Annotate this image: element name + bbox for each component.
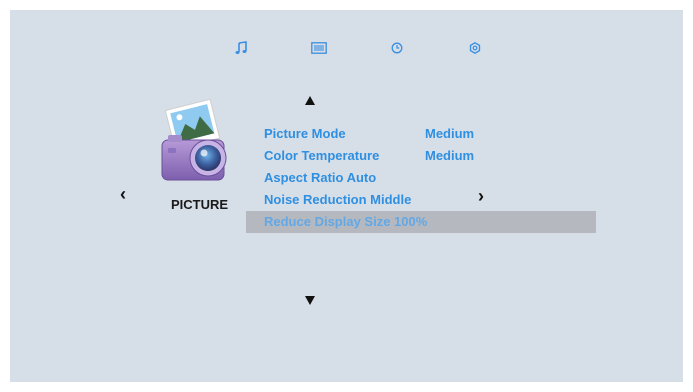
menu-item-label: Aspect Ratio Auto bbox=[264, 170, 377, 185]
chevron-right-icon[interactable]: › bbox=[478, 187, 484, 205]
chevron-left-icon[interactable]: ‹ bbox=[120, 185, 126, 203]
menu-item-noise-reduction[interactable]: Noise Reduction Middle bbox=[246, 189, 596, 211]
menu-item-label: Picture Mode bbox=[264, 126, 346, 141]
menu-item-label: Reduce Display Size 100% bbox=[264, 214, 428, 229]
menu-item-color-temperature[interactable]: Color Temperature Medium bbox=[246, 145, 596, 167]
picture-settings-menu: Picture Mode Medium Color Temperature Me… bbox=[246, 123, 596, 233]
menu-item-label: Color Temperature bbox=[264, 148, 380, 163]
menu-item-value: Medium bbox=[425, 126, 475, 141]
menu-item-aspect-ratio[interactable]: Aspect Ratio Auto bbox=[246, 167, 596, 189]
list-icon[interactable] bbox=[310, 40, 328, 56]
menu-item-reduce-display-size[interactable]: Reduce Display Size 100% bbox=[246, 211, 596, 233]
gear-icon[interactable] bbox=[466, 40, 484, 56]
scroll-down-arrow-icon[interactable] bbox=[305, 296, 315, 305]
menu-item-picture-mode[interactable]: Picture Mode Medium bbox=[246, 123, 596, 145]
picture-camera-icon bbox=[154, 98, 242, 190]
clock-icon[interactable] bbox=[388, 40, 406, 56]
scroll-up-arrow-icon[interactable] bbox=[305, 96, 315, 105]
menu-item-label: Noise Reduction Middle bbox=[264, 192, 412, 207]
section-title: PICTURE bbox=[171, 197, 229, 212]
menu-item-value: Medium bbox=[425, 148, 475, 163]
music-note-icon[interactable] bbox=[232, 40, 250, 56]
osd-screen: ‹ PICTURE Picture Mode Medium Color Temp… bbox=[10, 10, 683, 382]
